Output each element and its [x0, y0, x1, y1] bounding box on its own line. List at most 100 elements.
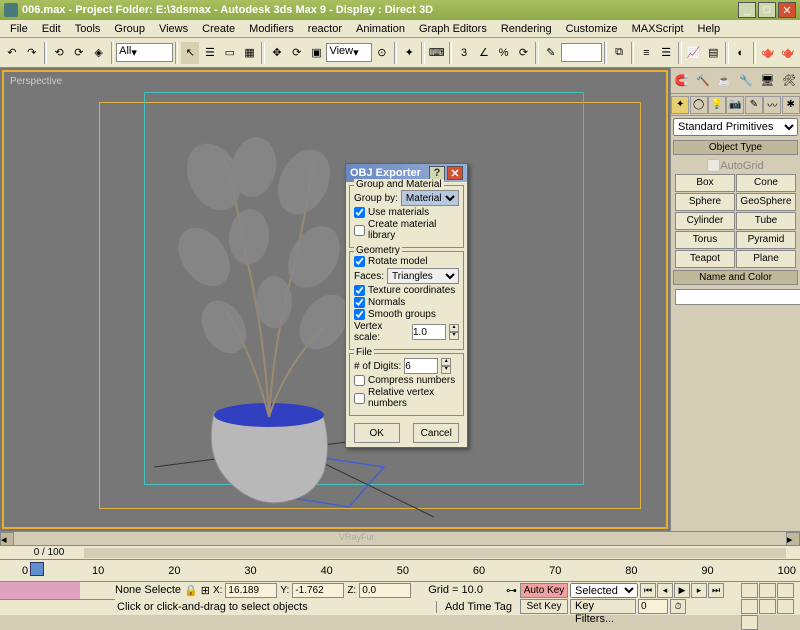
schematic-button[interactable]: ▤ — [704, 42, 722, 64]
vscale-up[interactable]: ▴ — [449, 324, 459, 332]
vscale-input[interactable] — [412, 324, 446, 340]
window-crossing-button[interactable]: ▦ — [241, 42, 259, 64]
zoom-all-button[interactable] — [759, 583, 776, 598]
layers-button[interactable]: ☰ — [657, 42, 675, 64]
track-bar[interactable] — [0, 582, 80, 599]
snap-button[interactable]: 3 — [455, 42, 473, 64]
menu-create[interactable]: Create — [196, 22, 241, 36]
named-sel-button[interactable]: ✎ — [542, 42, 560, 64]
zoom-button[interactable] — [741, 583, 758, 598]
teapot-icon[interactable]: ☕ — [718, 74, 732, 87]
goto-end-button[interactable]: ⏭ — [708, 583, 724, 598]
time-slider[interactable] — [84, 548, 786, 558]
ref-coord-system[interactable]: View▾ — [326, 43, 372, 62]
normals-checkbox[interactable] — [354, 297, 365, 308]
ok-button[interactable]: OK — [354, 423, 400, 443]
keymode-button[interactable]: ⌨ — [428, 42, 446, 64]
select-name-button[interactable]: ☰ — [201, 42, 219, 64]
material-editor-button[interactable]: ◐ — [732, 42, 750, 64]
spinner-snap-button[interactable]: ⟳ — [515, 42, 533, 64]
perspective-viewport[interactable]: Perspective — [2, 70, 668, 529]
undo-button[interactable]: ↶ — [3, 42, 21, 64]
cone-button[interactable]: Cone — [736, 174, 796, 192]
plane-button[interactable]: Plane — [736, 250, 796, 268]
z-coord-input[interactable] — [359, 583, 411, 598]
named-sel-set[interactable] — [561, 43, 602, 62]
close-button[interactable]: ✕ — [778, 2, 796, 18]
name-color-header[interactable]: Name and Color — [673, 270, 798, 285]
pan-button[interactable] — [759, 599, 776, 614]
maximize-button[interactable]: □ — [758, 2, 776, 18]
digits-down[interactable]: ▾ — [441, 366, 451, 374]
scale-button[interactable]: ▣ — [308, 42, 326, 64]
mirror-button[interactable]: ⧉ — [610, 42, 628, 64]
wrench-icon[interactable]: 🔧 — [739, 74, 753, 87]
menu-modifiers[interactable]: Modifiers — [243, 22, 300, 36]
digits-up[interactable]: ▴ — [441, 358, 451, 366]
smooth-checkbox[interactable] — [354, 309, 365, 320]
reactor-icon[interactable]: 🧲 — [675, 74, 689, 87]
next-frame-button[interactable]: ▸ — [691, 583, 707, 598]
menu-animation[interactable]: Animation — [350, 22, 411, 36]
menu-customize[interactable]: Customize — [560, 22, 624, 36]
select-button[interactable]: ↖ — [181, 42, 199, 64]
object-type-header[interactable]: Object Type — [673, 140, 798, 155]
autokey-button[interactable]: Auto Key — [520, 583, 568, 598]
pivot-button[interactable]: ⊙ — [373, 42, 391, 64]
menu-group[interactable]: Group — [108, 22, 151, 36]
relative-checkbox[interactable] — [354, 393, 365, 404]
goto-start-button[interactable]: ⏮ — [640, 583, 656, 598]
dialog-help-button[interactable]: ? — [429, 166, 445, 180]
render-scene-button[interactable]: 🫖 — [759, 42, 777, 64]
menu-file[interactable]: File — [4, 22, 34, 36]
scroll-right-button[interactable]: ▸ — [786, 532, 800, 546]
texcoords-checkbox[interactable] — [354, 285, 365, 296]
cylinder-button[interactable]: Cylinder — [675, 212, 735, 230]
angle-snap-button[interactable]: ∠ — [475, 42, 493, 64]
space-tab[interactable]: 〰 — [763, 96, 781, 114]
digits-input[interactable] — [404, 358, 438, 374]
viewport-hscrollbar[interactable]: ◂ ▸ — [0, 531, 800, 545]
menu-edit[interactable]: Edit — [36, 22, 67, 36]
category-dropdown[interactable]: Standard Primitives — [673, 118, 798, 136]
use-materials-checkbox[interactable] — [354, 207, 365, 218]
torus-button[interactable]: Torus — [675, 231, 735, 249]
menu-views[interactable]: Views — [153, 22, 194, 36]
y-coord-input[interactable] — [292, 583, 344, 598]
maxtoggle-button[interactable] — [741, 615, 758, 630]
align-button[interactable]: ≡ — [637, 42, 655, 64]
menu-rendering[interactable]: Rendering — [495, 22, 558, 36]
zoom-extents-button[interactable] — [777, 583, 794, 598]
compress-checkbox[interactable] — [354, 375, 365, 386]
manipulate-button[interactable]: ✦ — [400, 42, 418, 64]
menu-grapheditors[interactable]: Graph Editors — [413, 22, 493, 36]
display-icon[interactable]: 🖥 — [760, 74, 774, 87]
prev-frame-button[interactable]: ◂ — [657, 583, 673, 598]
percent-snap-button[interactable]: % — [495, 42, 513, 64]
menu-maxscript[interactable]: MAXScript — [626, 22, 690, 36]
rotate-checkbox[interactable] — [354, 256, 365, 267]
bind-button[interactable]: ◈ — [90, 42, 108, 64]
link-button[interactable]: ⟲ — [50, 42, 68, 64]
object-name-input[interactable] — [675, 289, 800, 305]
current-frame-input[interactable] — [638, 599, 668, 614]
selection-filter[interactable]: All▾ — [116, 43, 173, 62]
timeline[interactable]: 0 10 20 30 40 50 60 70 80 90 100 — [0, 559, 800, 581]
key-icon[interactable]: ⊶ — [506, 584, 517, 597]
orbit-button[interactable] — [777, 599, 794, 614]
setkey-button[interactable]: Set Key — [520, 599, 568, 614]
hammer-icon[interactable]: 🔨 — [696, 74, 710, 87]
unlink-button[interactable]: ⟳ — [70, 42, 88, 64]
groupby-dropdown[interactable]: Material — [401, 190, 459, 206]
vscale-down[interactable]: ▾ — [449, 332, 459, 340]
tube-button[interactable]: Tube — [736, 212, 796, 230]
cameras-tab[interactable]: 📷 — [726, 96, 744, 114]
pyramid-button[interactable]: Pyramid — [736, 231, 796, 249]
add-time-tag[interactable]: Add Time Tag — [436, 601, 520, 613]
cancel-button[interactable]: Cancel — [413, 423, 459, 443]
faces-dropdown[interactable]: Triangles — [387, 268, 459, 284]
keyfilters-button[interactable]: Key Filters... — [570, 599, 636, 614]
move-button[interactable]: ✥ — [268, 42, 286, 64]
keymode-dropdown[interactable]: Selected — [570, 583, 638, 598]
create-library-checkbox[interactable] — [354, 225, 365, 236]
